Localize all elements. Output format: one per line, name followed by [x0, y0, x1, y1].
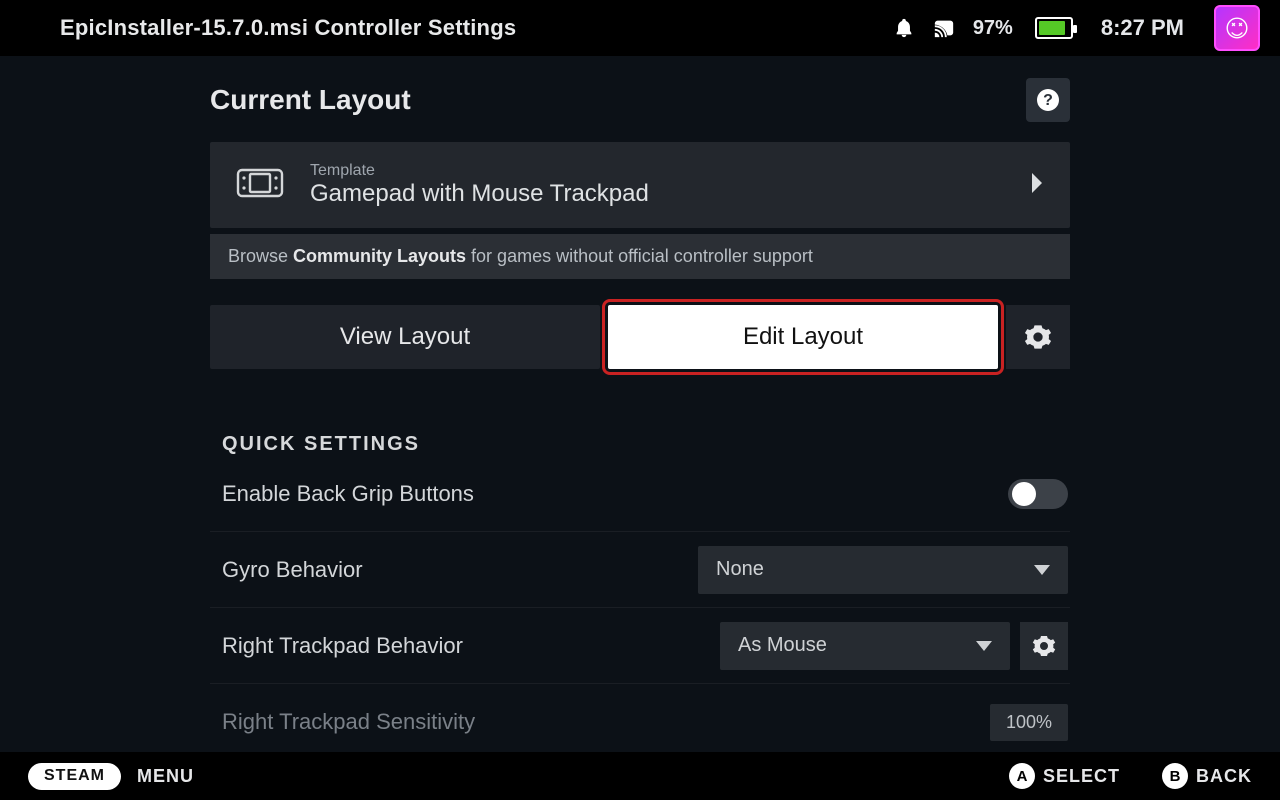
battery-icon: [1035, 17, 1073, 39]
view-layout-button[interactable]: View Layout: [210, 305, 600, 369]
cast-icon[interactable]: [933, 17, 955, 39]
row-right-trackpad-sensitivity[interactable]: Right Trackpad Sensitivity 100%: [210, 684, 1070, 760]
edit-layout-button[interactable]: Edit Layout: [608, 305, 998, 369]
avatar[interactable]: [1214, 5, 1260, 51]
hint-back: B BACK: [1162, 763, 1252, 789]
row-gyro-behavior[interactable]: Gyro Behavior None: [210, 532, 1070, 608]
footer-bar: STEAM MENU A SELECT B BACK: [0, 752, 1280, 800]
rt-behavior-settings-button[interactable]: [1020, 622, 1068, 670]
template-card[interactable]: Template Gamepad with Mouse Trackpad: [210, 142, 1070, 228]
gyro-label: Gyro Behavior: [222, 557, 698, 583]
rt-sens-value: 100%: [990, 704, 1068, 741]
row-back-grip[interactable]: Enable Back Grip Buttons: [210, 456, 1070, 532]
status-bar: EpicInstaller-15.7.0.msi Controller Sett…: [0, 0, 1280, 56]
chevron-right-icon: [1030, 173, 1044, 198]
back-grip-toggle[interactable]: [1008, 479, 1068, 509]
steamdeck-icon: [236, 168, 284, 203]
a-button-icon: A: [1009, 763, 1035, 789]
svg-text:?: ?: [1043, 92, 1053, 109]
rt-sens-label: Right Trackpad Sensitivity: [222, 709, 990, 735]
current-layout-heading: Current Layout: [210, 84, 1026, 116]
chevron-down-icon: [976, 641, 992, 651]
gyro-select[interactable]: None: [698, 546, 1068, 594]
clock: 8:27 PM: [1101, 15, 1184, 41]
back-grip-label: Enable Back Grip Buttons: [222, 481, 1008, 507]
help-button[interactable]: ?: [1026, 78, 1070, 122]
b-button-icon: B: [1162, 763, 1188, 789]
menu-button[interactable]: MENU: [137, 766, 194, 787]
template-label: Template: [310, 162, 649, 180]
steam-button[interactable]: STEAM: [28, 763, 121, 790]
layout-settings-button[interactable]: [1006, 305, 1070, 369]
chevron-down-icon: [1034, 565, 1050, 575]
row-right-trackpad-behavior[interactable]: Right Trackpad Behavior As Mouse: [210, 608, 1070, 684]
rt-behavior-select[interactable]: As Mouse: [720, 622, 1010, 670]
template-name: Gamepad with Mouse Trackpad: [310, 180, 649, 208]
battery-percentage: 97%: [973, 17, 1013, 40]
quick-settings-heading: QUICK SETTINGS: [210, 433, 1070, 456]
hint-select: A SELECT: [1009, 763, 1120, 789]
page-title: EpicInstaller-15.7.0.msi Controller Sett…: [60, 15, 875, 41]
rt-behavior-label: Right Trackpad Behavior: [222, 633, 720, 659]
community-layouts-banner[interactable]: Browse Community Layouts for games witho…: [210, 234, 1070, 279]
bell-icon[interactable]: [893, 17, 915, 39]
